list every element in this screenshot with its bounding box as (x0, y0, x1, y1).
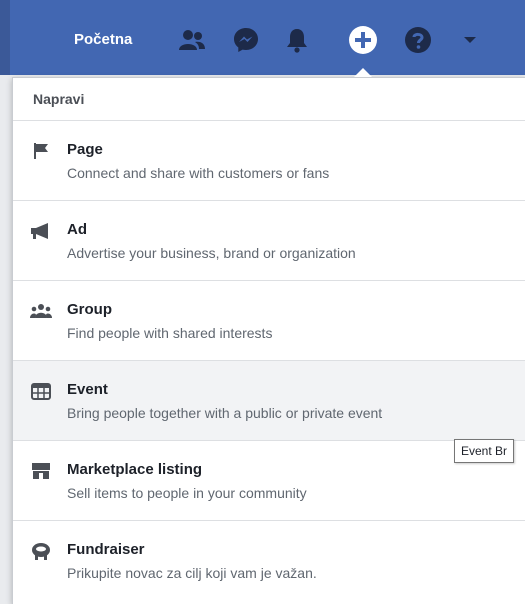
help-icon[interactable] (400, 22, 436, 58)
megaphone-icon (29, 221, 53, 241)
menu-item-description: Connect and share with customers or fans (67, 165, 330, 181)
dropdown-pointer (354, 68, 372, 77)
menu-item-description: Sell items to people in your community (67, 485, 307, 501)
menu-item-title: Event (67, 381, 108, 398)
friends-icon[interactable] (174, 22, 210, 58)
menu-item-marketplace-listing[interactable]: Marketplace listing Sell items to people… (13, 441, 525, 521)
storefront-icon (29, 461, 53, 481)
menu-item-event[interactable]: Event Bring people together with a publi… (13, 361, 525, 441)
menu-item-description: Find people with shared interests (67, 325, 273, 341)
account-menu-caret-icon[interactable] (452, 22, 488, 58)
menu-item-title: Fundraiser (67, 541, 145, 558)
dropdown-header: Napravi (13, 78, 525, 121)
menu-item-page[interactable]: Page Connect and share with customers or… (13, 121, 525, 201)
home-link[interactable]: Početna (64, 22, 142, 58)
notifications-icon[interactable] (279, 22, 315, 58)
calendar-icon (29, 381, 53, 401)
menu-item-title: Group (67, 301, 112, 318)
menu-item-title: Page (67, 141, 103, 158)
menu-item-ad[interactable]: Ad Advertise your business, brand or org… (13, 201, 525, 281)
menu-item-description: Prikupite novac za cilj koji vam je važa… (67, 565, 317, 581)
create-icon[interactable] (345, 22, 381, 58)
create-dropdown-menu: Napravi Page Connect and share with cust… (12, 77, 525, 604)
piggy-bank-icon (29, 541, 53, 561)
menu-item-title: Marketplace listing (67, 461, 203, 478)
menu-item-description: Advertise your business, brand or organi… (67, 245, 356, 261)
flag-icon (29, 141, 53, 161)
menu-item-fundraiser[interactable]: Fundraiser Prikupite novac za cilj koji … (13, 521, 525, 601)
menu-item-title: Ad (67, 221, 87, 238)
event-tooltip: Event Br (454, 439, 515, 463)
topbar-edge (0, 0, 10, 75)
menu-item-group[interactable]: Group Find people with shared interests (13, 281, 525, 361)
menu-item-description: Bring people together with a public or p… (67, 405, 383, 421)
messenger-icon[interactable] (228, 22, 264, 58)
top-navigation-bar: Početna (0, 0, 525, 75)
group-icon (29, 301, 53, 321)
